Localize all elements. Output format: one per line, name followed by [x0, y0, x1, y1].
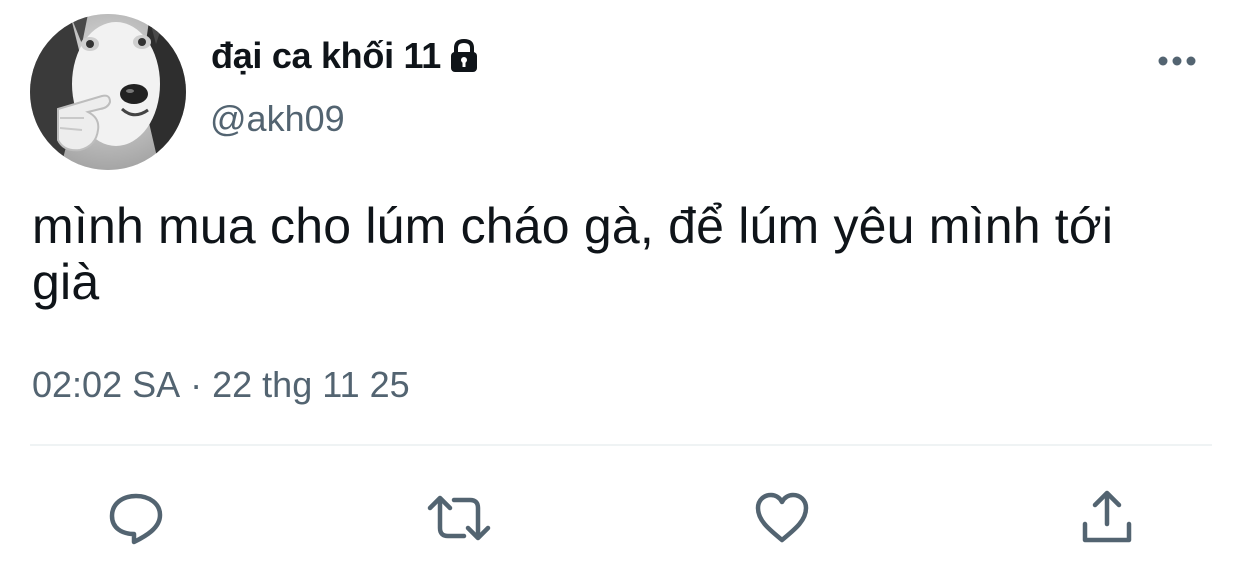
reply-bubble-icon: [106, 488, 166, 548]
tweet-timestamp[interactable]: 02:02 SA · 22 thg 11 25: [32, 364, 410, 406]
tweet-text: mình mua cho lúm cháo gà, để lúm yêu mìn…: [32, 198, 1114, 310]
share-button[interactable]: [1077, 488, 1137, 548]
retweet-button[interactable]: [426, 488, 492, 548]
share-upload-icon: [1077, 488, 1137, 548]
tweet-date: 22 thg 11 25: [212, 364, 410, 405]
more-options-button[interactable]: [1152, 46, 1202, 80]
lock-icon: [445, 37, 483, 75]
avatar[interactable]: [30, 14, 186, 170]
retweet-icon: [426, 488, 492, 548]
display-name-row: đại ca khối 11: [211, 30, 483, 82]
reply-button[interactable]: [106, 488, 166, 548]
like-button[interactable]: [752, 488, 812, 548]
timestamp-separator: ·: [190, 364, 203, 405]
divider: [30, 444, 1212, 446]
display-name[interactable]: đại ca khối 11: [211, 35, 441, 77]
user-handle[interactable]: @akh09: [210, 98, 345, 140]
heart-icon: [752, 488, 812, 548]
tweet-time: 02:02 SA: [32, 364, 181, 405]
tweet-card: đại ca khối 11 @akh09 mình mua cho lúm c…: [0, 0, 1242, 583]
more-dots-icon: [1157, 54, 1197, 72]
